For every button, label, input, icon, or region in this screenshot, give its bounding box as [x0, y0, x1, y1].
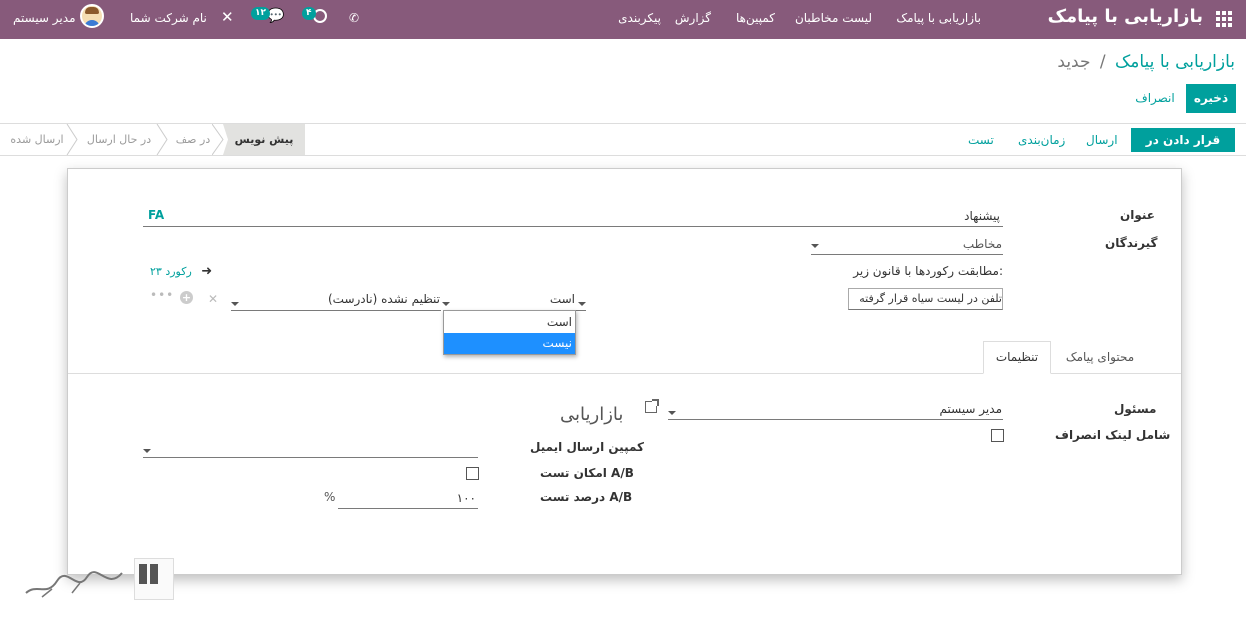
menu-contact-lists[interactable]: لیست مخاطبان [795, 11, 872, 25]
domain-value-text: تنظیم نشده (نادرست) [327, 292, 440, 306]
tab-sms-content[interactable]: محتوای پیامک [1054, 342, 1146, 373]
responsible-label: مسئول [1114, 402, 1157, 416]
status-in-queue[interactable]: در صف [170, 124, 216, 155]
marketing-section-title: بازاریابی [560, 404, 624, 425]
status-chevron [156, 124, 168, 155]
subject-value: پیشنهاد [964, 209, 1000, 223]
recipients-label: گیرندگان [1105, 236, 1158, 250]
ab-percent-value: ۱۰۰ [456, 491, 476, 505]
record-count-link[interactable]: ۲۳ رکورد ➜ [150, 264, 212, 279]
arrow-right-icon: ➜ [201, 264, 213, 279]
phone-icon[interactable]: ✆ [349, 11, 359, 25]
ab-percent-label: درصد تست A/B [540, 490, 633, 504]
debug-tools-icon[interactable]: ✕ [221, 8, 234, 26]
watermark-logo [22, 555, 174, 603]
operator-dropdown-icon[interactable] [578, 296, 586, 310]
subject-label: عنوان [1120, 208, 1155, 222]
user-avatar[interactable] [80, 4, 104, 28]
responsible-value: مدیر سیستم [939, 402, 1003, 416]
recipients-value: مخاطب [962, 237, 1002, 251]
apps-menu-icon[interactable] [1216, 11, 1233, 28]
value-dropdown-icon[interactable] [442, 296, 450, 310]
breadcrumb-separator: / [1099, 52, 1106, 72]
breadcrumb-parent[interactable]: بازاریابی با پیامک [1115, 52, 1235, 72]
language-code[interactable]: FA [148, 208, 164, 222]
unsubscribe-label: شامل لینک انصراف [1055, 428, 1171, 442]
activity-badge: ۴ [302, 7, 316, 20]
company-switcher[interactable]: نام شرکت شما [130, 11, 207, 25]
value-dropdown-icon-left[interactable] [231, 296, 239, 310]
domain-operator-value: است [549, 292, 575, 306]
menu-configuration[interactable]: پیکربندی [618, 11, 661, 25]
breadcrumb-current: جدید [1057, 52, 1091, 72]
test-button[interactable]: تست [968, 133, 994, 147]
unsubscribe-checkbox[interactable] [991, 429, 1004, 442]
ab-test-checkbox[interactable] [466, 467, 479, 480]
send-button[interactable]: ارسال [1086, 133, 1118, 147]
menu-sms-marketing[interactable]: بازاریابی با پیامک [896, 11, 981, 25]
menu-reporting[interactable]: گزارش [675, 11, 711, 25]
status-sent[interactable]: ارسال شده [8, 124, 66, 155]
recipients-dropdown-icon[interactable] [811, 238, 819, 252]
save-button[interactable]: ذخیره [1186, 84, 1236, 113]
operator-dropdown-list: است نیست [443, 310, 576, 355]
top-navbar: بازاریابی با پیامک بازاریابی با پیامک لی… [0, 0, 1246, 39]
percent-sign: % [324, 490, 336, 504]
menu-campaigns[interactable]: کمپین‌ها [736, 11, 775, 25]
add-rule-icon[interactable]: + [180, 291, 193, 304]
tab-settings[interactable]: تنظیمات [983, 341, 1051, 374]
delete-rule-icon[interactable]: ✕ [208, 292, 218, 306]
mail-campaign-select[interactable] [143, 436, 478, 458]
record-count: ۲۳ رکورد [150, 265, 192, 278]
breadcrumb: بازاریابی با پیامک / جدید [1057, 52, 1235, 72]
external-link-icon[interactable] [645, 399, 659, 413]
user-menu[interactable]: مدیر سیستم [13, 11, 76, 25]
status-chevron [66, 124, 78, 155]
ab-test-label: امکان تست A/B [540, 466, 634, 480]
match-rule-text: مطابقت رکوردها با قانون زیر: [853, 264, 1003, 278]
subject-input[interactable] [143, 205, 1003, 227]
queue-button[interactable]: قرار دادن در صف [1131, 128, 1235, 171]
discard-button[interactable]: انصراف [1130, 84, 1180, 113]
schedule-button[interactable]: زمان‌بندی [1018, 133, 1065, 147]
messages-badge: ۱۲ [251, 7, 270, 20]
app-title[interactable]: بازاریابی با پیامک [1048, 6, 1203, 27]
status-sending[interactable]: در حال ارسال [84, 124, 154, 155]
domain-field-value: تلفن در لیست سیاه قرار گرفته [859, 292, 1002, 305]
campaign-dropdown-icon[interactable] [143, 443, 151, 457]
status-draft[interactable]: پیش نویس [223, 124, 305, 155]
mail-campaign-label: کمپین ارسال ایمیل [530, 440, 644, 454]
dropdown-option-is-not[interactable]: نیست [444, 333, 575, 354]
responsible-dropdown-icon[interactable] [668, 405, 676, 419]
dropdown-option-is[interactable]: است [444, 312, 575, 333]
more-options-icon[interactable]: ••• [150, 288, 174, 302]
